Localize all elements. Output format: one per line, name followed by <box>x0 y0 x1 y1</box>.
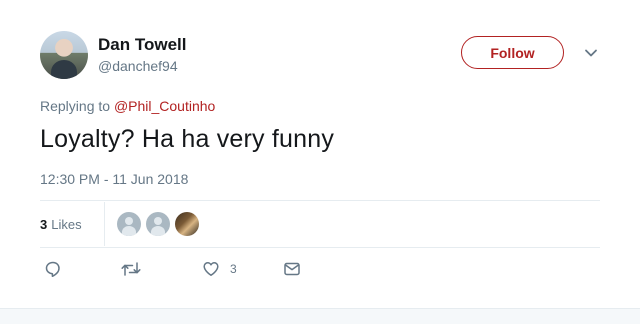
author-handle[interactable]: @danchef94 <box>98 58 178 74</box>
tweet-stats: 3 Likes <box>40 201 600 247</box>
liker-avatar[interactable] <box>145 212 170 236</box>
like-count: 3 <box>230 262 237 276</box>
like-button[interactable]: 3 <box>202 260 237 278</box>
tweet-timestamp[interactable]: 12:30 PM - 11 Jun 2018 <box>40 171 188 187</box>
replying-to-mention-link[interactable]: @Phil_Coutinho <box>114 98 215 114</box>
likes-count[interactable]: 3 <box>40 217 47 232</box>
liker-avatar[interactable] <box>116 212 141 236</box>
chevron-down-icon[interactable] <box>584 46 598 60</box>
author-avatar[interactable] <box>40 31 88 79</box>
likes-label[interactable]: Likes <box>51 217 81 232</box>
stats-bottom-divider <box>40 247 600 248</box>
author-name[interactable]: Dan Towell <box>98 35 186 55</box>
follow-button[interactable]: Follow <box>461 36 564 69</box>
replying-to-line: Replying to @Phil_Coutinho <box>40 98 215 114</box>
stats-separator <box>103 202 105 246</box>
liker-avatar[interactable] <box>174 212 199 236</box>
retweet-button[interactable] <box>121 260 141 278</box>
reply-icon <box>44 260 62 278</box>
footer-strip <box>0 308 640 324</box>
heart-icon <box>202 260 220 278</box>
tweet-card: Dan Towell @danchef94 Follow Replying to… <box>0 0 640 308</box>
direct-message-button[interactable] <box>283 260 301 278</box>
replying-to-label: Replying to <box>40 98 111 114</box>
direct-message-icon <box>283 260 301 278</box>
tweet-text: Loyalty? Ha ha very funny <box>40 125 335 153</box>
reply-button[interactable] <box>44 260 62 278</box>
retweet-icon <box>121 260 141 278</box>
